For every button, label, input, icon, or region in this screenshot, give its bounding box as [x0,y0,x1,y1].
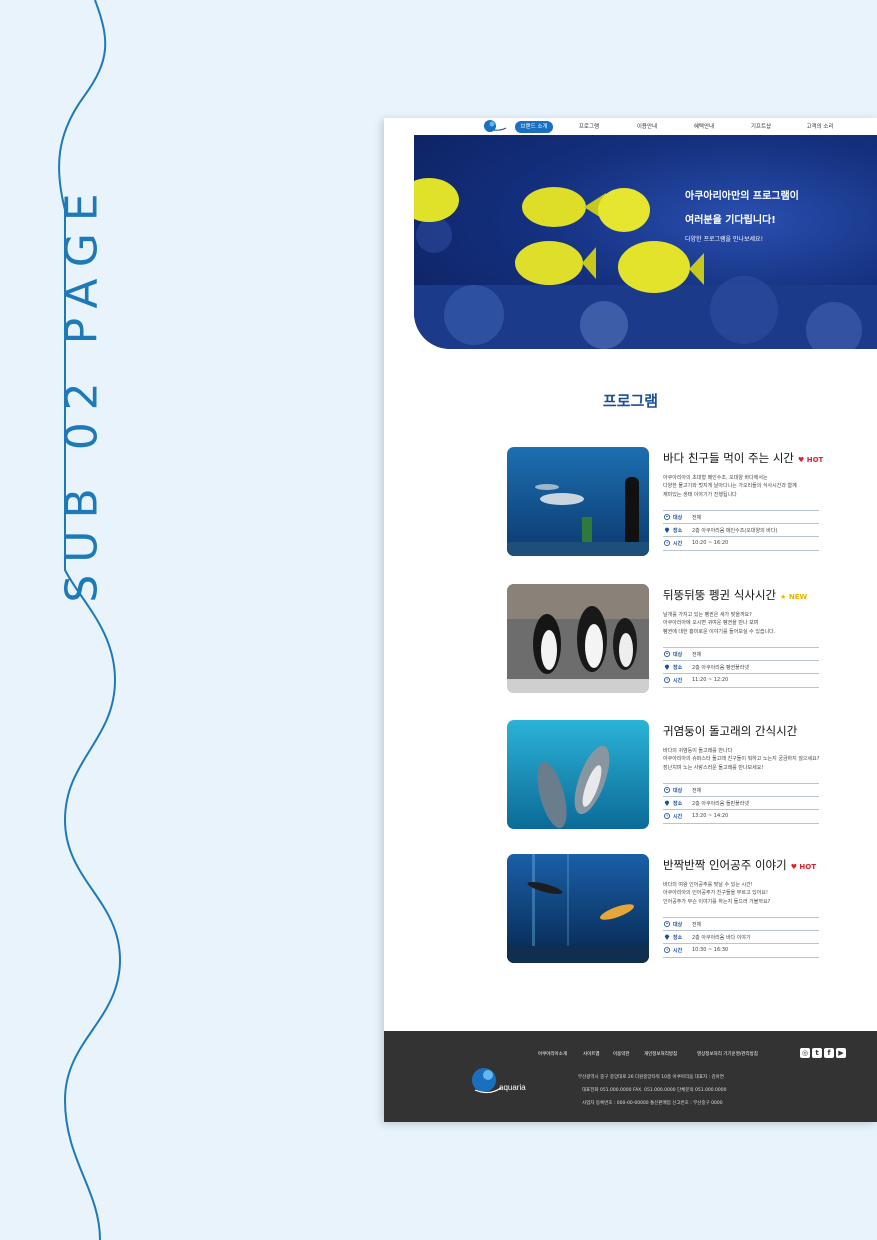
nav-item-giftshop[interactable]: 기프트샵 [737,121,785,133]
program-title: 반짝반짝 인어공주 이야기 ♥ HOT [663,858,817,872]
program-description: 바다의 여왕 인어공주를 맞날 수 있는 시간! 아쿠아리아의 인어공주가 친구… [663,882,771,905]
info-row-place: 장소 2층 아쿠아리움 바다 이야기 [663,930,819,944]
program-card[interactable]: 바다 친구들 먹이 주는 시간 ♥ HOT 아쿠아리아의 초대형 메인수조, 오대… [507,447,867,557]
hero-aquarium-image [414,178,877,349]
info-row-time: 시간 13:20 ~ 14:20 [663,809,819,824]
program-thumbnail [507,447,649,556]
footer-link-about[interactable]: 아쿠아리아소개 [538,1051,567,1057]
person-icon [664,514,670,520]
program-description: 바다의 귀염둥이 돌고래를 만나다 아쿠아리아의 슈퍼스타 돌고래 친구들이 뭐… [663,748,820,771]
hero-headline-2: 여러분을 기다립니다! [685,215,776,226]
new-badge: ★ NEW [780,593,808,601]
info-row-target: 대상 전체 [663,917,819,931]
nav-item-program[interactable]: 프로그램 [565,121,613,133]
info-row-place: 장소 2층 아쿠아리움 돌핀플라넷 [663,796,819,810]
footer-link-cctv[interactable]: 영상정보처리 기기운영/관리방침 [697,1051,758,1057]
info-row-time: 시간 10:30 ~ 16:30 [663,943,819,958]
info-row-time: 시간 11:20 ~ 12:20 [663,673,819,688]
clock-icon [664,540,670,546]
program-card[interactable]: 귀염둥이 돌고래의 간식시간 바다의 귀염둥이 돌고래를 만나다 아쿠아리아의 … [507,720,867,830]
info-row-target: 대상 전체 [663,647,819,661]
nav-item-brand[interactable]: 브랜드 소개 [515,121,553,133]
footer-address: 부산광역시 중구 중앙대로 26 다원중앙타워 10층 아쿠아리움 대표자 : … [578,1075,724,1080]
nav-item-voice[interactable]: 고객의 소리 [796,121,844,133]
section-title: 프로그램 [602,392,659,410]
footer-link-privacy[interactable]: 개인정보처리방침 [644,1051,677,1057]
nav-item-guide[interactable]: 이용안내 [623,121,671,133]
footer-biz: 사업자 등록번호 : 000-00-00000 통신판매업 신고번호 : 부산중… [582,1101,723,1106]
program-description: 아쿠아리아의 초대형 메인수조, 오대양 바다에서는 다양한 물고기와 멋지게 … [663,475,797,498]
footer-link-sitemap[interactable]: 사이트맵 [583,1051,600,1057]
program-thumbnail [507,584,649,693]
program-title: 바다 친구들 먹이 주는 시간 ♥ HOT [663,451,824,465]
clock-icon [664,677,670,683]
footer-logo[interactable]: aquaria [469,1062,529,1098]
person-icon [664,787,670,793]
footer-link-terms[interactable]: 이용약관 [613,1051,630,1057]
facebook-icon[interactable]: f [824,1048,834,1058]
location-pin-icon [664,664,670,670]
program-title: 뒤뚱뒤뚱 펭귄 식사시간 ★ NEW [663,588,808,602]
clock-icon [664,813,670,819]
program-description: 날개를 가지고 있는 펭귄은 새가 맞을까요? 아쿠아리아에 오시면 귀여운 펭… [663,612,776,635]
instagram-icon[interactable]: ◎ [800,1048,810,1058]
hot-badge: ♥ HOT [790,863,817,871]
location-pin-icon [664,800,670,806]
info-row-time: 시간 10:20 ~ 16:20 [663,536,819,551]
info-row-place: 장소 2층 아쿠아리움 메인수조(오대양의 바다) [663,523,819,537]
person-icon [664,921,670,927]
side-title: SUB 02 PAGE [56,181,108,603]
location-pin-icon [664,934,670,940]
top-nav: 브랜드 소개 프로그램 이용안내 혜택안내 기프트샵 고객의 소리 [384,118,877,135]
footer: 아쿠아리아소개 사이트맵 이용약관 개인정보처리방침 영상정보처리 기기운영/관… [384,1031,877,1122]
clock-icon [664,947,670,953]
program-title: 귀염둥이 돌고래의 간식시간 [663,724,798,738]
twitter-icon[interactable]: t [812,1048,822,1058]
youtube-icon[interactable]: ▶ [836,1048,846,1058]
program-thumbnail [507,720,649,829]
page-mockup: 브랜드 소개 프로그램 이용안내 혜택안내 기프트샵 고객의 소리 아쿠아리아만… [384,118,877,1122]
info-row-place: 장소 2층 아쿠아리움 펭귄플라넷 [663,660,819,674]
hero-banner: 아쿠아리아만의 프로그램이 여러분을 기다립니다! 다양한 프로그램을 만나보세… [414,135,877,349]
location-pin-icon [664,527,670,533]
footer-logo-text: aquaria [499,1083,526,1092]
program-thumbnail [507,854,649,963]
program-card[interactable]: 뒤뚱뒤뚱 펭귄 식사시간 ★ NEW 날개를 가지고 있는 펭귄은 새가 맞을까요… [507,584,867,694]
info-row-target: 대상 전체 [663,510,819,524]
logo-icon[interactable] [482,119,508,134]
program-card[interactable]: 반짝반짝 인어공주 이야기 ♥ HOT 바다의 여왕 인어공주를 맞날 수 있는 … [507,854,867,964]
footer-phone: 대표전화 051.000.0000 FAX. 051.000.0000 단체문의… [582,1088,727,1093]
person-icon [664,651,670,657]
hero-subtext: 다양한 프로그램을 만나보세요! [685,236,763,243]
hero-headline-1: 아쿠아리아만의 프로그램이 [685,191,799,202]
hot-badge: ♥ HOT [798,456,824,464]
info-row-target: 대상 전체 [663,783,819,797]
nav-item-benefit[interactable]: 혜택안내 [680,121,728,133]
